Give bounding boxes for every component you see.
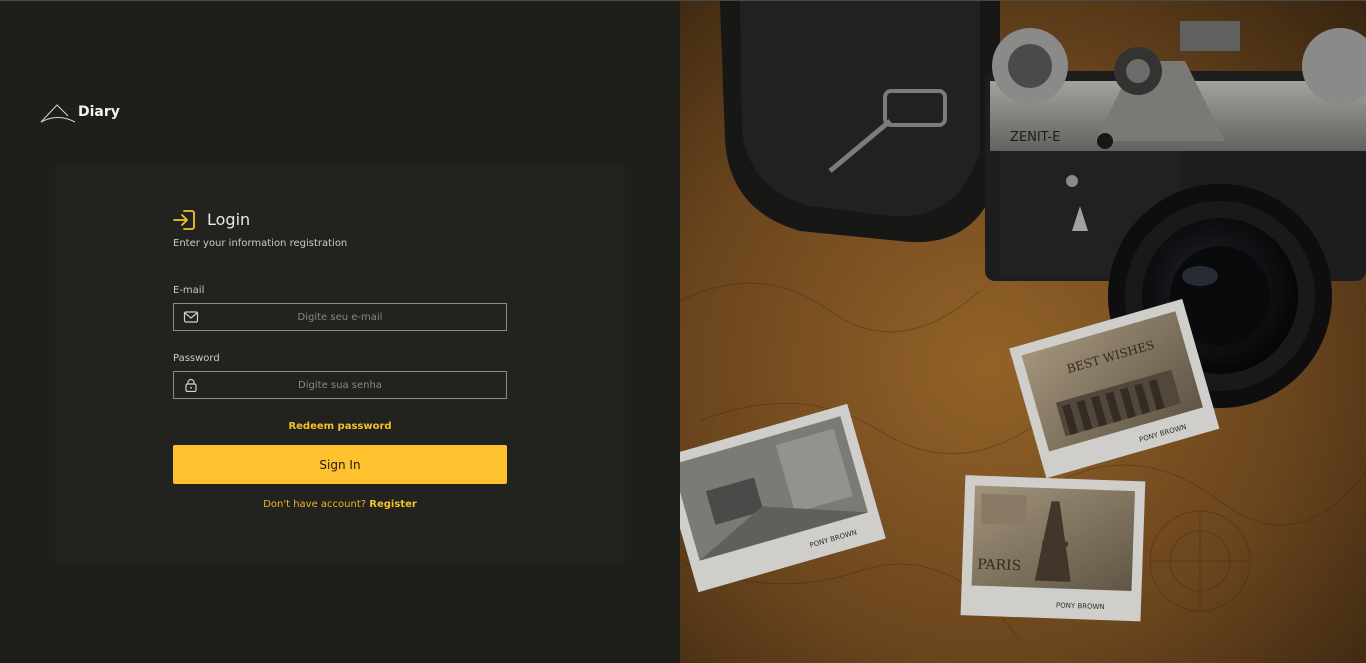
login-card: Login Enter your information registratio…	[55, 164, 625, 562]
mail-icon	[183, 310, 199, 324]
login-heading: Login	[173, 209, 507, 231]
email-field-wrapper	[173, 303, 507, 331]
password-field[interactable]	[174, 372, 506, 398]
password-label: Password	[173, 353, 220, 364]
hero-image: ZENIT-E BEST WISHES PONY BROWN PONY BROW…	[680, 1, 1366, 663]
mountain-logo-icon	[40, 104, 76, 123]
login-pane: Diary Login Enter your information regis…	[0, 1, 680, 663]
page-title: Login	[207, 210, 251, 229]
brand-name: Diary	[78, 104, 120, 120]
lock-icon	[183, 378, 199, 392]
register-link[interactable]: Register	[369, 499, 417, 510]
login-subtitle: Enter your information registration	[173, 238, 348, 249]
register-prompt: Don't have account?	[263, 499, 367, 510]
login-arrow-icon	[173, 210, 195, 230]
brand-logo[interactable]: Diary	[40, 101, 120, 123]
email-field[interactable]	[174, 304, 506, 330]
login-form: Login Enter your information registratio…	[173, 209, 507, 511]
sign-in-button[interactable]: Sign In	[173, 445, 507, 484]
register-row: Don't have account? Register	[173, 499, 507, 511]
redeem-password-link[interactable]: Redeem password	[173, 421, 507, 433]
email-label: E-mail	[173, 285, 205, 296]
password-field-wrapper	[173, 371, 507, 399]
